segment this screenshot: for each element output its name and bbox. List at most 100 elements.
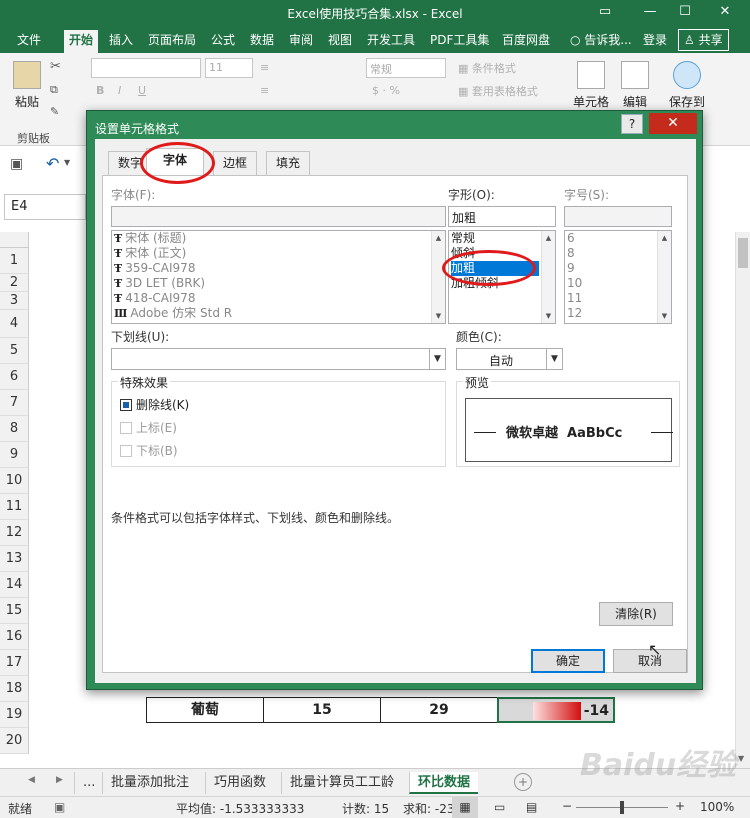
- italic-icon[interactable]: I: [118, 84, 121, 97]
- style-list-item[interactable]: 倾斜: [451, 246, 539, 261]
- scroll-down-icon[interactable]: ▼: [542, 309, 555, 323]
- font-input[interactable]: [111, 206, 446, 227]
- size-list-item[interactable]: 12: [567, 306, 582, 321]
- page-break-view-icon[interactable]: ▤: [526, 800, 537, 814]
- font-list-item[interactable]: Ŧ 359-CAI978: [114, 261, 195, 276]
- undo-icon[interactable]: ↶: [46, 154, 59, 173]
- cell-a18[interactable]: 葡萄: [146, 697, 264, 723]
- tab-font[interactable]: 字体: [146, 148, 205, 176]
- bold-icon[interactable]: B: [96, 84, 104, 97]
- cut-icon[interactable]: ✂: [50, 59, 61, 74]
- cell-b18[interactable]: 15: [263, 697, 381, 723]
- row-header[interactable]: 5: [0, 338, 29, 364]
- size-list[interactable]: 6 8 9 10 11 12 ▲ ▼: [564, 230, 672, 324]
- row-header[interactable]: 3: [0, 292, 29, 310]
- save-to-baidu-button[interactable]: 保存到: [665, 61, 709, 110]
- tab-view[interactable]: 视图: [323, 30, 357, 53]
- tab-baidu-netdisk[interactable]: 百度网盘: [497, 30, 555, 53]
- size-list-item[interactable]: 11: [567, 291, 582, 306]
- superscript-checkbox[interactable]: 上标(E): [120, 419, 177, 436]
- row-header[interactable]: 15: [0, 598, 29, 624]
- subscript-checkbox[interactable]: 下标(B): [120, 442, 178, 459]
- tab-formulas[interactable]: 公式: [206, 30, 240, 53]
- row-header[interactable]: 18: [0, 676, 29, 702]
- dialog-close-button[interactable]: ✕: [649, 113, 697, 134]
- zoom-out-icon[interactable]: −: [562, 799, 572, 813]
- size-list-item[interactable]: 8: [567, 246, 575, 261]
- row-header[interactable]: 9: [0, 442, 29, 468]
- scroll-down-icon[interactable]: ▼: [658, 309, 671, 323]
- style-input[interactable]: 加粗: [448, 206, 556, 227]
- sheet-tab-functions[interactable]: 巧用函数: [205, 772, 274, 794]
- font-list-item[interactable]: Ŧ 418-CAI978: [114, 291, 195, 306]
- currency-icon[interactable]: $ · %: [372, 84, 400, 97]
- size-list-scrollbar[interactable]: ▲ ▼: [657, 231, 671, 323]
- ok-button[interactable]: 确定: [531, 649, 605, 673]
- close-icon[interactable]: ✕: [705, 2, 745, 24]
- row-header[interactable]: 6: [0, 364, 29, 390]
- row-header[interactable]: 16: [0, 624, 29, 650]
- save-icon[interactable]: ▣: [10, 156, 23, 172]
- row-header[interactable]: 20: [0, 728, 29, 754]
- scroll-down-icon[interactable]: ▼: [738, 754, 744, 763]
- sign-in-link[interactable]: 登录: [638, 30, 672, 53]
- size-list-item[interactable]: 6: [567, 231, 575, 246]
- maximize-icon[interactable]: ☐: [665, 2, 705, 24]
- tab-fill[interactable]: 填充: [266, 151, 311, 175]
- strikethrough-checkbox[interactable]: 删除线(K): [120, 396, 189, 413]
- help-button[interactable]: ?: [621, 114, 643, 134]
- row-header[interactable]: 4: [0, 310, 29, 338]
- size-list-item[interactable]: 10: [567, 276, 582, 291]
- format-painter-icon[interactable]: ✎: [50, 105, 59, 118]
- scroll-up-icon[interactable]: ▲: [432, 231, 445, 245]
- cells-button[interactable]: 单元格: [571, 61, 611, 110]
- font-list-scrollbar[interactable]: ▲ ▼: [431, 231, 445, 323]
- font-list-item[interactable]: Ŧ 宋体 (标题): [114, 231, 186, 246]
- align-left-icon[interactable]: ≡: [260, 84, 269, 97]
- tab-review[interactable]: 审阅: [284, 30, 318, 53]
- style-list[interactable]: 常规 倾斜 加粗 加粗倾斜 ▲ ▼: [448, 230, 556, 324]
- prev-sheet-icon[interactable]: ◀: [28, 775, 35, 785]
- font-size-box[interactable]: 11: [205, 58, 253, 78]
- paste-button[interactable]: 粘贴: [8, 61, 46, 110]
- normal-view-icon[interactable]: ▦: [452, 797, 478, 818]
- zoom-in-icon[interactable]: +: [675, 799, 685, 813]
- sheet-tab-more[interactable]: ...: [74, 772, 103, 794]
- page-layout-view-icon[interactable]: ▭: [494, 800, 505, 814]
- add-sheet-icon[interactable]: +: [514, 773, 532, 791]
- conditional-format-button[interactable]: ▦ 条件格式: [458, 60, 516, 76]
- tab-page-layout[interactable]: 页面布局: [143, 30, 201, 53]
- number-format-box[interactable]: 常规: [366, 58, 446, 78]
- row-header[interactable]: 12: [0, 520, 29, 546]
- tab-file[interactable]: 文件: [12, 30, 46, 53]
- size-input[interactable]: [564, 206, 672, 227]
- tab-developer[interactable]: 开发工具: [362, 30, 420, 53]
- row-header[interactable]: 8: [0, 416, 29, 442]
- underline-dropdown[interactable]: ▼: [111, 348, 446, 370]
- minimize-icon[interactable]: —: [630, 2, 670, 24]
- style-list-item[interactable]: 加粗倾斜: [451, 276, 539, 291]
- tab-insert[interactable]: 插入: [104, 30, 138, 53]
- sheet-tab-batch-comments[interactable]: 批量添加批注: [102, 772, 197, 794]
- tab-border[interactable]: 边框: [213, 151, 258, 175]
- font-name-box[interactable]: [91, 58, 201, 78]
- vertical-scrollbar[interactable]: ▼: [735, 232, 750, 768]
- scroll-thumb[interactable]: [738, 238, 748, 268]
- font-list-item[interactable]: Ŧ 3D LET (BRK): [114, 276, 205, 291]
- row-header[interactable]: 11: [0, 494, 29, 520]
- row-header[interactable]: 7: [0, 390, 29, 416]
- row-header[interactable]: 17: [0, 650, 29, 676]
- scroll-down-icon[interactable]: ▼: [432, 309, 445, 323]
- row-header[interactable]: 10: [0, 468, 29, 494]
- font-list-item[interactable]: Ŧ 宋体 (正文): [114, 246, 186, 261]
- size-list-item[interactable]: 9: [567, 261, 575, 276]
- tab-pdf-tools[interactable]: PDF工具集: [425, 30, 494, 53]
- edit-button[interactable]: 编辑: [619, 61, 651, 110]
- style-list-item-selected[interactable]: 加粗: [451, 261, 539, 276]
- macro-record-icon[interactable]: ▣: [54, 800, 65, 814]
- row-header[interactable]: 2: [0, 274, 29, 292]
- zoom-slider-thumb[interactable]: [620, 801, 624, 814]
- font-list[interactable]: Ŧ 宋体 (标题) Ŧ 宋体 (正文) Ŧ 359-CAI978 Ŧ 3D LET (B…: [111, 230, 446, 324]
- name-box[interactable]: E4: [4, 194, 86, 220]
- table-format-button[interactable]: ▦ 套用表格格式: [458, 83, 538, 99]
